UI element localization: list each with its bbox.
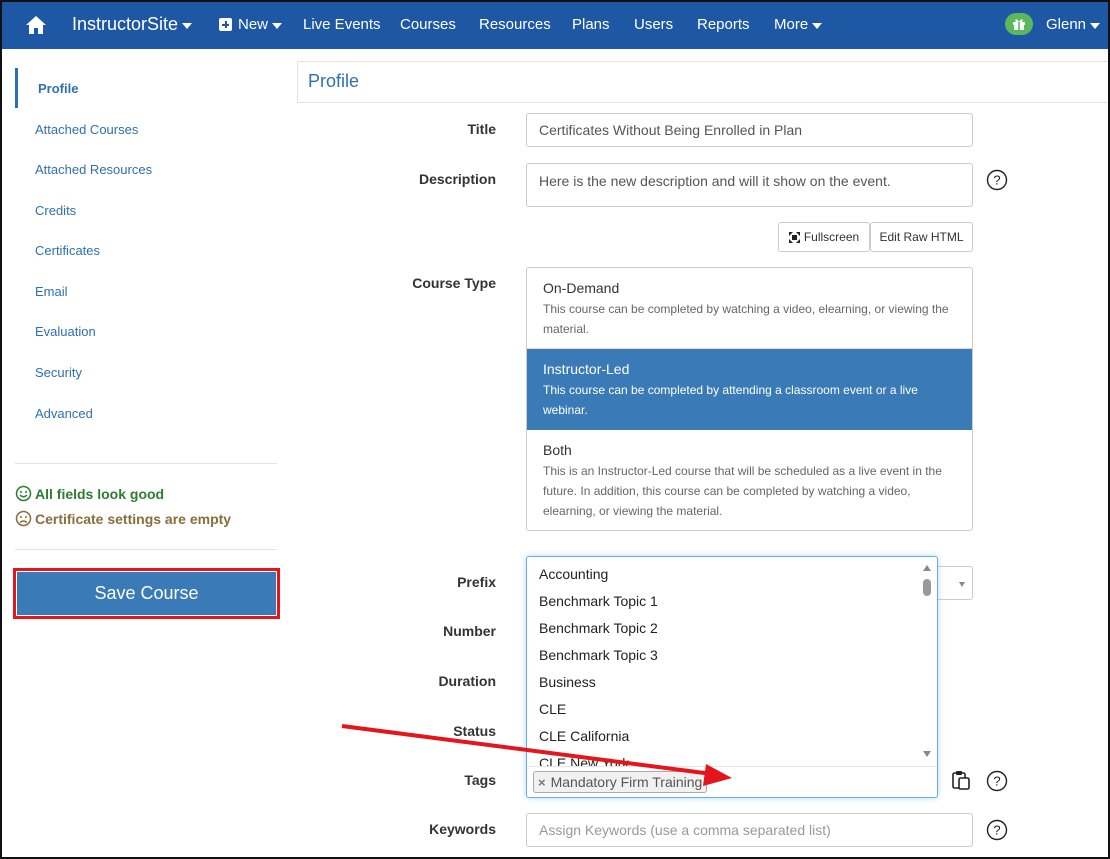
sidebar-item-profile[interactable]: Profile (38, 81, 78, 96)
course-type-name: Instructor-Led (543, 361, 630, 377)
sidebar-item-email[interactable]: Email (35, 284, 68, 299)
title-value: Certificates Without Being Enrolled in P… (539, 122, 803, 138)
tags-input[interactable]: × Mandatory Firm Training (527, 766, 937, 797)
brand-label: InstructorSite (72, 14, 179, 34)
tag-chip[interactable]: × Mandatory Firm Training (533, 771, 708, 793)
save-button-highlight: Save Course (13, 568, 280, 619)
remove-tag-icon[interactable]: × (538, 775, 546, 790)
course-type-list: On-Demand This course can be completed b… (526, 267, 973, 531)
title-label: Title (467, 121, 496, 137)
more-label: More (774, 16, 809, 33)
nav-item-users[interactable]: Users (634, 0, 673, 49)
prefix-option[interactable]: CLE New York (539, 755, 629, 766)
svg-text:?: ? (993, 774, 1000, 789)
chevron-down-icon (1090, 22, 1101, 29)
prefix-select[interactable] (935, 566, 973, 600)
title-input[interactable]: Certificates Without Being Enrolled in P… (526, 113, 973, 147)
nav-item-reports[interactable]: Reports (697, 0, 750, 49)
sidebar-item-security[interactable]: Security (35, 365, 82, 380)
main-header: Profile (297, 61, 1110, 103)
prefix-option[interactable]: Benchmark Topic 2 (539, 620, 658, 636)
tags-label: Tags (464, 772, 496, 788)
sidebar-active-indicator (15, 68, 18, 108)
keywords-placeholder: Assign Keywords (use a comma separated l… (539, 822, 831, 838)
user-menu[interactable]: Glenn (1046, 0, 1101, 49)
nav-item-plans[interactable]: Plans (572, 0, 610, 49)
tag-label: Mandatory Firm Training (550, 774, 703, 790)
sidebar-divider (15, 549, 277, 550)
duration-label: Duration (438, 673, 496, 689)
status-label: Status (453, 723, 496, 739)
user-name: Glenn (1046, 16, 1087, 33)
course-type-both[interactable]: Both This is an Instructor-Led course th… (527, 430, 972, 530)
chevron-down-icon (812, 22, 823, 29)
nav-item-live-events[interactable]: Live Events (303, 0, 381, 49)
prefix-label: Prefix (457, 574, 496, 590)
fullscreen-label: Fullscreen (803, 230, 860, 244)
save-course-button[interactable]: Save Course (17, 572, 276, 615)
chevron-down-icon (959, 582, 965, 587)
home-icon[interactable] (25, 0, 47, 49)
prefix-option[interactable]: CLE (539, 701, 566, 717)
edit-raw-html-button[interactable]: Edit Raw HTML (870, 222, 973, 252)
course-type-desc: This course can be completed by attendin… (543, 383, 918, 417)
top-navbar: InstructorSite New Live Events Courses R… (0, 0, 1110, 49)
course-type-name: Both (543, 442, 572, 458)
status-warn: Certificate settings are empty (15, 510, 231, 527)
svg-text:?: ? (993, 173, 1000, 188)
gift-icon[interactable] (1005, 13, 1033, 35)
clipboard-icon[interactable] (950, 769, 972, 791)
course-type-instructor-led[interactable]: Instructor-Led This course can be comple… (527, 349, 972, 430)
prefix-option[interactable]: Benchmark Topic 3 (539, 647, 658, 663)
page-title: Profile (308, 71, 360, 91)
prefix-option[interactable]: Accounting (539, 566, 608, 582)
sidebar-item-credits[interactable]: Credits (35, 203, 76, 218)
number-label: Number (443, 623, 496, 639)
prefix-option[interactable]: Benchmark Topic 1 (539, 593, 658, 609)
sidebar-divider (15, 463, 277, 464)
chevron-down-icon (182, 22, 193, 29)
chevron-down-icon (272, 22, 283, 29)
course-type-label: Course Type (412, 275, 496, 291)
description-editor[interactable]: Here is the new description and will it … (526, 163, 973, 207)
sidebar-item-advanced[interactable]: Advanced (35, 406, 93, 421)
prefix-option[interactable]: Business (539, 674, 596, 690)
plus-square-icon (219, 18, 232, 31)
keywords-input[interactable]: Assign Keywords (use a comma separated l… (526, 813, 973, 847)
new-menu[interactable]: New (219, 0, 283, 49)
new-label: New (238, 16, 269, 33)
dropdown-scrollbar[interactable] (920, 563, 934, 763)
fullscreen-button[interactable]: Fullscreen (778, 222, 870, 252)
frown-icon (15, 510, 32, 527)
help-icon[interactable]: ? (986, 819, 1008, 841)
status-ok-text: All fields look good (35, 485, 165, 502)
prefix-option[interactable]: CLE California (539, 728, 629, 744)
nav-item-more[interactable]: More (774, 0, 823, 49)
course-type-on-demand[interactable]: On-Demand This course can be completed b… (527, 268, 972, 349)
nav-item-courses[interactable]: Courses (400, 0, 456, 49)
prefix-options: Accounting Benchmark Topic 1 Benchmark T… (527, 557, 923, 766)
sidebar-item-evaluation[interactable]: Evaluation (35, 324, 96, 339)
prefix-dropdown: Accounting Benchmark Topic 1 Benchmark T… (526, 556, 938, 798)
course-type-desc: This is an Instructor-Led course that wi… (543, 464, 942, 518)
course-type-name: On-Demand (543, 280, 620, 296)
smile-icon (15, 485, 32, 502)
course-type-desc: This course can be completed by watching… (543, 302, 949, 336)
description-label: Description (418, 171, 496, 187)
keywords-label: Keywords (429, 821, 496, 837)
help-icon[interactable]: ? (986, 169, 1008, 191)
sidebar-item-attached-resources[interactable]: Attached Resources (35, 162, 152, 177)
svg-text:?: ? (993, 823, 1000, 838)
expand-icon (788, 231, 800, 243)
nav-item-resources[interactable]: Resources (479, 0, 551, 49)
sidebar-item-attached-courses[interactable]: Attached Courses (35, 122, 138, 137)
brand-menu[interactable]: InstructorSite (72, 0, 193, 49)
help-icon[interactable]: ? (986, 770, 1008, 792)
description-value: Here is the new description and will it … (539, 173, 891, 189)
status-ok: All fields look good (15, 485, 164, 502)
sidebar-item-certificates[interactable]: Certificates (35, 243, 100, 258)
status-warn-text: Certificate settings are empty (35, 510, 232, 527)
